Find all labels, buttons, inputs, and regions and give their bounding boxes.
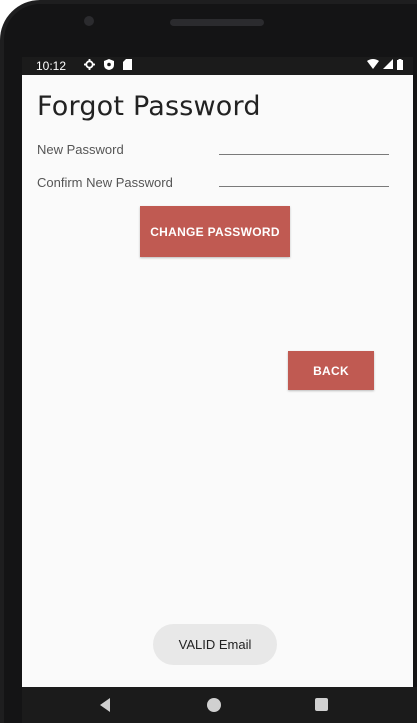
new-password-input[interactable]	[219, 137, 389, 153]
home-circle-icon[interactable]	[207, 698, 221, 712]
navigation-bar	[22, 687, 417, 723]
front-camera	[84, 16, 94, 26]
confirm-password-label: Confirm New Password	[37, 175, 173, 190]
back-triangle-icon[interactable]	[100, 698, 110, 712]
toast-message: VALID Email	[153, 624, 277, 665]
app-screen: 10:12 Forgot Password New Password Confi…	[22, 57, 413, 687]
page-title: Forgot Password	[37, 91, 261, 122]
new-password-underline	[219, 154, 389, 155]
status-bar: 10:12	[22, 57, 413, 75]
device: 10:12 Forgot Password New Password Confi…	[0, 0, 417, 723]
confirm-password-underline	[219, 186, 389, 187]
back-button[interactable]: BACK	[288, 351, 374, 390]
status-icons-right	[367, 59, 403, 73]
shield-icon	[104, 59, 114, 73]
signal-icon	[383, 59, 393, 73]
new-password-label: New Password	[37, 142, 124, 157]
recent-apps-square-icon[interactable]	[315, 698, 328, 711]
gear-icon	[84, 59, 95, 73]
status-time: 10:12	[36, 59, 67, 73]
earpiece-speaker	[170, 19, 264, 26]
status-icons-left	[84, 59, 132, 73]
wifi-icon	[367, 59, 379, 73]
change-password-button[interactable]: CHANGE PASSWORD	[140, 206, 290, 257]
battery-icon	[397, 59, 403, 73]
sim-card-icon	[123, 59, 132, 73]
confirm-password-input[interactable]	[219, 170, 389, 186]
